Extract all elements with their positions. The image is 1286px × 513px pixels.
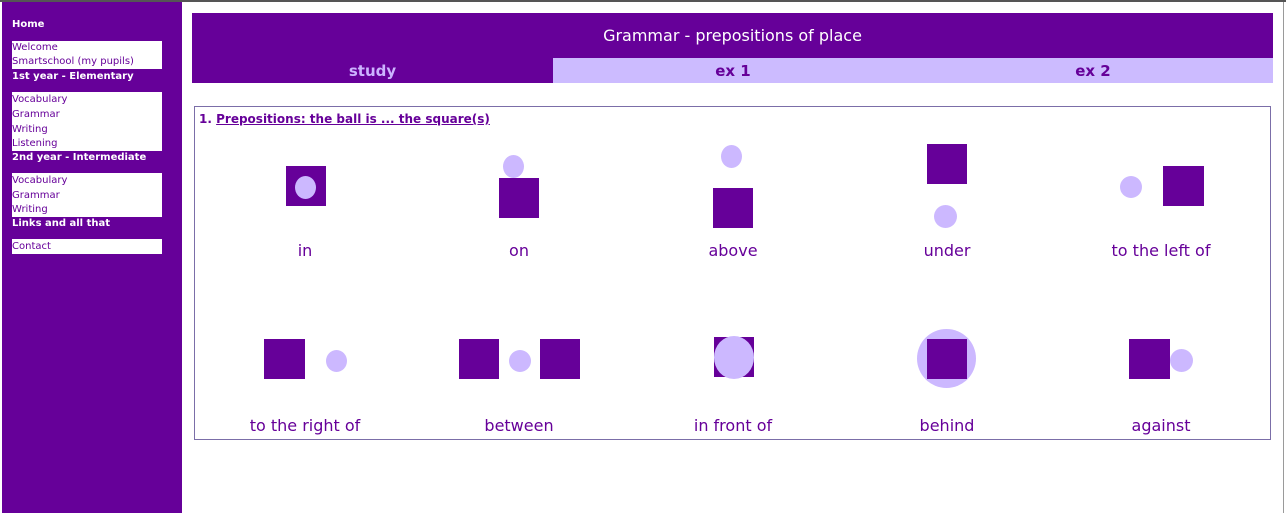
ball-shape — [714, 336, 754, 379]
sidebar-item-contact[interactable]: Contact — [12, 239, 162, 254]
preposition-label: against — [1131, 416, 1191, 435]
page-title: Grammar - prepositions of place — [603, 26, 862, 45]
ball-shape — [509, 350, 531, 372]
ball-under-square-icon — [840, 137, 1054, 247]
preposition-label: in front of — [693, 416, 773, 435]
preposition-item-under: under — [840, 137, 1054, 260]
sidebar-group-2nd-year: Vocabulary Grammar Writing — [12, 173, 162, 217]
tab-ex-1[interactable]: ex 1 — [553, 58, 913, 83]
preposition-item-in: in — [198, 137, 412, 260]
ball-right-of-square-icon — [198, 313, 412, 423]
preposition-item-right-of: to the right of — [198, 313, 412, 435]
ball-against-square-icon — [1054, 313, 1268, 423]
sidebar-heading-2nd-year: 2nd year - Intermediate — [12, 152, 147, 163]
square-shape — [927, 144, 967, 184]
preposition-label: under — [923, 241, 971, 260]
preposition-label: to the right of — [249, 416, 361, 435]
square-shape — [499, 178, 539, 218]
square-shape-left — [459, 339, 499, 379]
tab-bar: study ex 1 ex 2 — [192, 58, 1273, 83]
square-shape — [713, 188, 753, 228]
sidebar-heading-links: Links and all that — [12, 218, 111, 229]
section-number: 1. — [199, 112, 212, 126]
preposition-label: behind — [919, 416, 975, 435]
preposition-label: between — [484, 416, 554, 435]
square-shape — [1163, 166, 1204, 206]
ball-above-square-icon — [626, 137, 840, 247]
ball-shape — [721, 145, 742, 168]
prepositions-section: 1. Prepositions: the ball is ... the squ… — [194, 106, 1271, 440]
sidebar-group-home: Welcome Smartschool (my pupils) — [12, 41, 162, 69]
preposition-label: above — [708, 241, 758, 260]
ball-in-square-icon — [198, 137, 412, 247]
sidebar-item-1st-listening[interactable]: Listening — [12, 137, 162, 151]
preposition-item-on: on — [412, 137, 626, 260]
section-title-link[interactable]: Prepositions: the ball is ... the square… — [216, 112, 490, 126]
preposition-label: to the left of — [1111, 241, 1211, 260]
sidebar-item-2nd-writing[interactable]: Writing — [12, 203, 162, 217]
sidebar-item-welcome[interactable]: Welcome — [12, 41, 162, 55]
ball-left-of-square-icon — [1054, 137, 1268, 247]
tab-study[interactable]: study — [192, 58, 553, 83]
section-title: 1. Prepositions: the ball is ... the squ… — [199, 112, 490, 126]
ball-in-front-of-square-icon — [626, 313, 840, 423]
ball-shape — [503, 155, 524, 178]
preposition-item-left-of: to the left of — [1054, 137, 1268, 260]
sidebar-item-smartschool[interactable]: Smartschool (my pupils) — [12, 55, 162, 69]
sidebar-heading-1st-year: 1st year - Elementary — [12, 71, 134, 82]
preposition-item-above: above — [626, 137, 840, 260]
sidebar-item-1st-grammar[interactable]: Grammar — [12, 107, 162, 122]
ball-shape — [326, 350, 347, 372]
sidebar-item-1st-writing[interactable]: Writing — [12, 122, 162, 137]
square-shape-right — [540, 339, 580, 379]
ball-on-square-icon — [412, 137, 626, 247]
preposition-label: on — [509, 241, 529, 260]
sidebar: Home Welcome Smartschool (my pupils) 1st… — [2, 2, 182, 513]
preposition-item-behind: behind — [840, 313, 1054, 435]
sidebar-heading-home[interactable]: Home — [12, 19, 44, 31]
ball-shape — [295, 176, 316, 199]
ball-between-squares-icon — [412, 313, 626, 423]
preposition-label: in — [297, 241, 313, 260]
square-shape — [1129, 339, 1170, 379]
preposition-item-between: between — [412, 313, 626, 435]
preposition-item-against: against — [1054, 313, 1268, 435]
ball-behind-square-icon — [840, 313, 1054, 423]
window-edge — [1283, 2, 1284, 513]
sidebar-item-2nd-grammar[interactable]: Grammar — [12, 188, 162, 203]
sidebar-item-1st-vocabulary[interactable]: Vocabulary — [12, 92, 162, 107]
preposition-item-in-front-of: in front of — [626, 313, 840, 435]
ball-shape — [1120, 176, 1142, 198]
sidebar-group-links: Contact — [12, 239, 162, 254]
square-shape — [927, 339, 967, 379]
sidebar-item-2nd-vocabulary[interactable]: Vocabulary — [12, 173, 162, 188]
sidebar-group-1st-year: Vocabulary Grammar Writing Listening — [12, 92, 162, 151]
tab-ex-2[interactable]: ex 2 — [913, 58, 1273, 83]
ball-shape — [934, 205, 957, 228]
ball-shape — [1170, 349, 1193, 372]
square-shape — [264, 339, 305, 379]
page-header: Grammar - prepositions of place — [192, 13, 1273, 58]
